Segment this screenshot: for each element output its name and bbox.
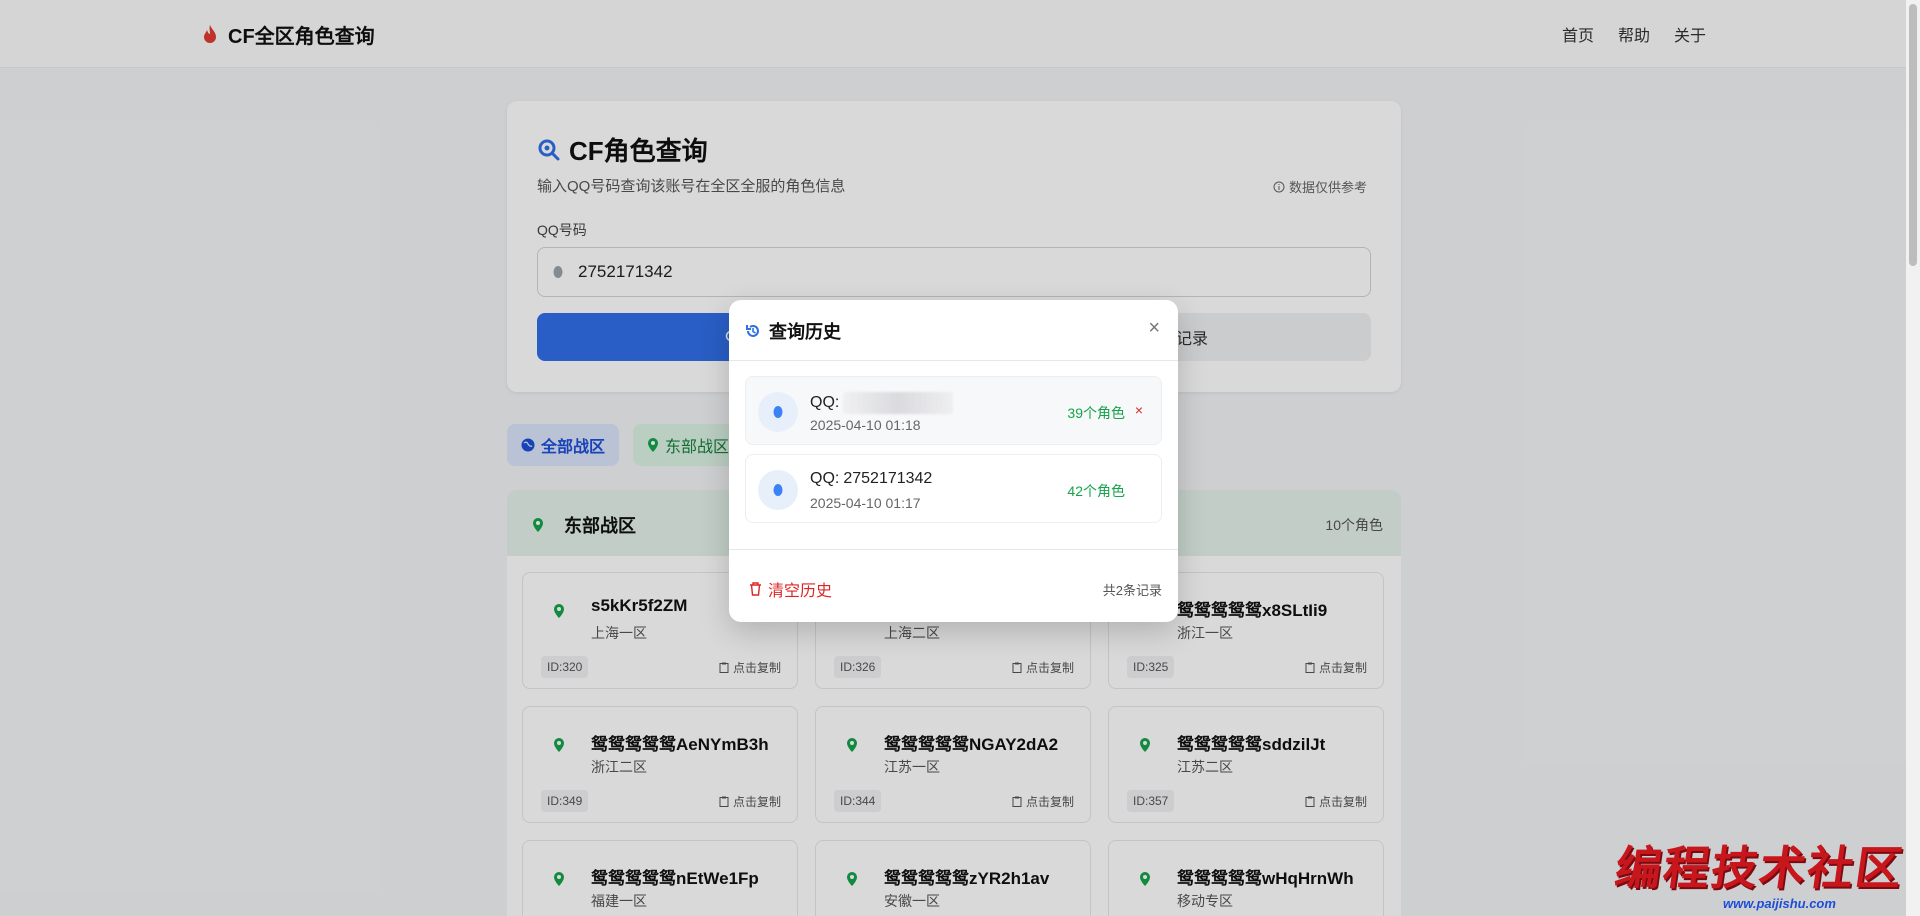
watermark-title: 编程技术社区: [1611, 841, 1908, 895]
qq-penguin-icon: [773, 406, 783, 418]
avatar: [758, 470, 798, 510]
page-scrollbar[interactable]: [1906, 0, 1920, 916]
history-qq-label: QQ:: [810, 394, 840, 411]
close-icon[interactable]: ×: [1148, 318, 1160, 338]
history-icon: [746, 325, 759, 337]
history-count: 42个角色: [1067, 483, 1125, 499]
avatar: [758, 392, 798, 432]
modal-header: 查询历史 ×: [729, 300, 1178, 361]
delete-icon[interactable]: ×: [1135, 402, 1143, 418]
clear-history-button[interactable]: 清空历史: [749, 574, 832, 604]
history-qq: QQ: 2752171342: [810, 470, 932, 488]
history-total: 共2条记录: [1102, 583, 1162, 598]
history-item[interactable]: QQ: 2025-04-10 01:18 39个角色 ×: [745, 376, 1162, 445]
history-qq-label: QQ:: [810, 470, 840, 487]
modal-title: 查询历史: [745, 318, 841, 344]
redacted-qq: [843, 392, 954, 414]
history-qq: QQ:: [810, 392, 954, 414]
qq-penguin-icon: [773, 484, 783, 496]
modal-footer: 清空历史 共2条记录: [729, 549, 1178, 622]
history-time: 2025-04-10 01:17: [810, 495, 921, 511]
scrollbar-thumb[interactable]: [1909, 4, 1917, 266]
history-item[interactable]: QQ: 2752171342 2025-04-10 01:17 42个角色: [745, 454, 1162, 523]
history-count: 39个角色: [1067, 405, 1125, 421]
site-watermark: 编程技术社区 www.paijishu.com: [1612, 832, 1908, 916]
modal-title-text: 查询历史: [769, 322, 841, 342]
history-time: 2025-04-10 01:18: [810, 417, 921, 433]
history-qq-number: 2752171342: [843, 470, 933, 487]
clear-history-label: 清空历史: [768, 583, 833, 600]
watermark-url: www.paijishu.com: [1723, 896, 1836, 911]
history-modal: 查询历史 × QQ: 2025-04-10 01:18 39个角色 × QQ: …: [729, 300, 1178, 622]
trash-icon: [750, 582, 761, 596]
